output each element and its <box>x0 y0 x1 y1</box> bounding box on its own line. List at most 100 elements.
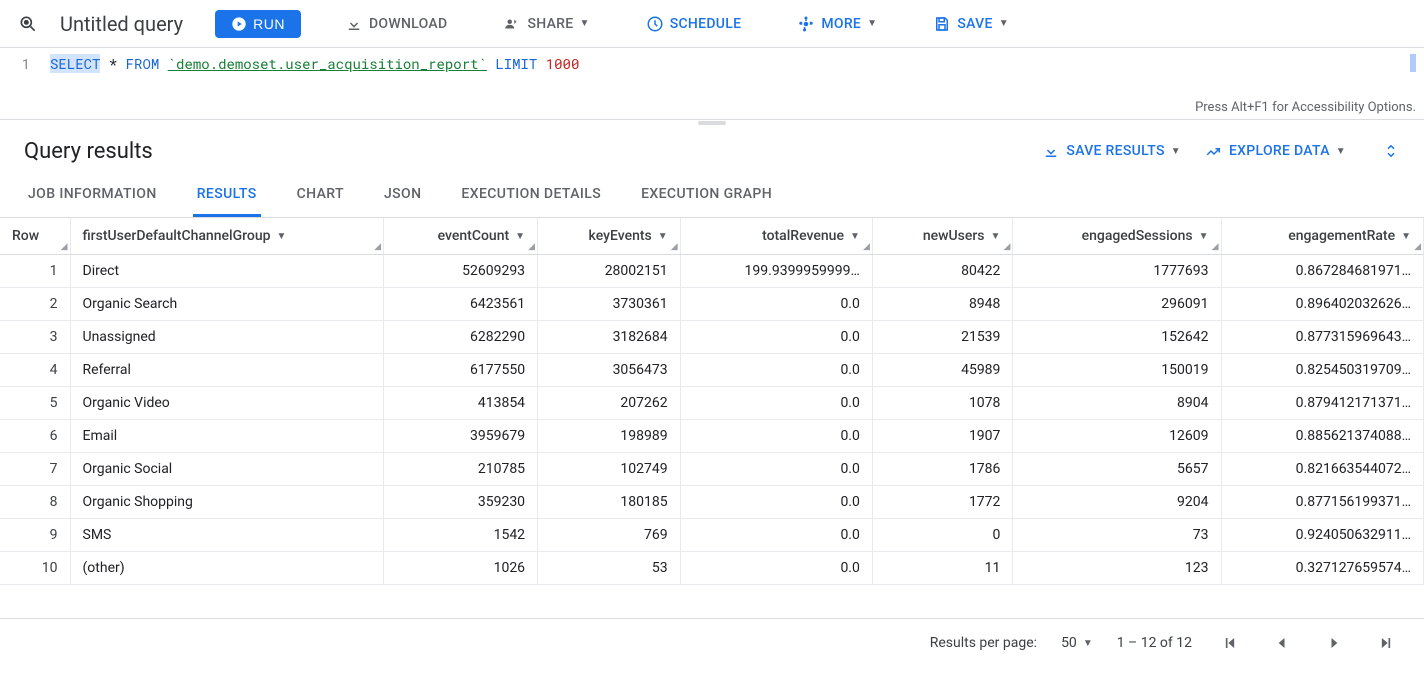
cell-new-users: 0 <box>872 519 1013 552</box>
more-button[interactable]: MORE ▼ <box>785 9 889 39</box>
table-row[interactable]: 5Organic Video4138542072620.0107889040.8… <box>0 387 1424 420</box>
sort-icon: ▼ <box>991 231 1001 242</box>
sort-icon: ▼ <box>515 231 525 242</box>
prev-page-button[interactable] <box>1268 629 1296 657</box>
cell-engagement-rate: 0.885621374088… <box>1221 420 1424 453</box>
sort-icon: ▼ <box>276 231 286 242</box>
table-row[interactable]: 1Direct5260929328002151199.9399959999…80… <box>0 255 1424 288</box>
chevron-down-icon: ▼ <box>999 18 1009 29</box>
schedule-button[interactable]: SCHEDULE <box>634 9 754 39</box>
tab-job-information[interactable]: JOB INFORMATION <box>24 174 161 217</box>
cell-key-events: 102749 <box>538 453 681 486</box>
cell-total-revenue: 0.0 <box>680 387 872 420</box>
cell-event-count: 6282290 <box>384 321 538 354</box>
expand-collapse-button[interactable] <box>1382 142 1400 160</box>
code-line: SELECT * FROM `demo.demoset.user_acquisi… <box>50 54 1424 73</box>
page-size-label: Results per page: <box>930 635 1037 651</box>
download-button[interactable]: DOWNLOAD <box>333 9 460 39</box>
tab-execution-graph[interactable]: EXECUTION GRAPH <box>637 174 776 217</box>
tab-json[interactable]: JSON <box>380 174 425 217</box>
sql-table: `demo.demoset.user_acquisition_report` <box>168 54 487 73</box>
chevron-down-icon: ▼ <box>1171 146 1181 157</box>
cell-engaged-sessions: 5657 <box>1013 453 1221 486</box>
cell-event-count: 6423561 <box>384 288 538 321</box>
col-new-users[interactable]: newUsers▼◢ <box>872 218 1013 255</box>
cell-channel: (other) <box>70 552 384 585</box>
col-channel-group[interactable]: firstUserDefaultChannelGroup▼◢ <box>70 218 384 255</box>
cell-channel: Direct <box>70 255 384 288</box>
table-row[interactable]: 2Organic Search642356137303610.089482960… <box>0 288 1424 321</box>
col-row[interactable]: Row◢ <box>0 218 70 255</box>
sort-icon: ▼ <box>1199 231 1209 242</box>
sql-keyword: FROM <box>126 54 160 73</box>
cell-engagement-rate: 0.877156199371… <box>1221 486 1424 519</box>
table-row[interactable]: 7Organic Social2107851027490.0178656570.… <box>0 453 1424 486</box>
col-engagement-rate[interactable]: engagementRate▼◢ <box>1221 218 1424 255</box>
cell-key-events: 198989 <box>538 420 681 453</box>
table-row[interactable]: 3Unassigned628229031826840.0215391526420… <box>0 321 1424 354</box>
cell-engagement-rate: 0.867284681971… <box>1221 255 1424 288</box>
cell-row-num: 3 <box>0 321 70 354</box>
col-label: eventCount <box>438 228 510 244</box>
cell-new-users: 21539 <box>872 321 1013 354</box>
save-button[interactable]: SAVE ▼ <box>921 9 1021 39</box>
more-label: MORE <box>821 16 861 32</box>
last-page-button[interactable] <box>1372 629 1400 657</box>
table-row[interactable]: 4Referral617755030564730.0459891500190.8… <box>0 354 1424 387</box>
table-row[interactable]: 6Email39596791989890.01907126090.8856213… <box>0 420 1424 453</box>
col-engaged-sessions[interactable]: engagedSessions▼◢ <box>1013 218 1221 255</box>
table-row[interactable]: 9SMS15427690.00730.924050632911… <box>0 519 1424 552</box>
cell-engaged-sessions: 123 <box>1013 552 1221 585</box>
cell-row-num: 1 <box>0 255 70 288</box>
sql-keyword: SELECT <box>50 54 100 73</box>
cell-total-revenue: 0.0 <box>680 552 872 585</box>
cell-engagement-rate: 0.825450319709… <box>1221 354 1424 387</box>
cell-channel: Referral <box>70 354 384 387</box>
sql-editor[interactable]: 1 SELECT * FROM `demo.demoset.user_acqui… <box>0 48 1424 120</box>
cell-total-revenue: 0.0 <box>680 453 872 486</box>
cell-row-num: 5 <box>0 387 70 420</box>
tab-chart[interactable]: CHART <box>293 174 348 217</box>
sql-token: * <box>100 54 125 73</box>
save-label: SAVE <box>957 16 992 32</box>
cell-engagement-rate: 0.879412171371… <box>1221 387 1424 420</box>
table-row[interactable]: 8Organic Shopping3592301801850.017729204… <box>0 486 1424 519</box>
run-button[interactable]: RUN <box>215 10 301 38</box>
cell-row-num: 7 <box>0 453 70 486</box>
col-label: engagementRate <box>1288 228 1395 244</box>
download-label: DOWNLOAD <box>369 16 448 32</box>
col-label: engagedSessions <box>1082 228 1193 244</box>
cell-engaged-sessions: 12609 <box>1013 420 1221 453</box>
col-key-events[interactable]: keyEvents▼◢ <box>538 218 681 255</box>
next-page-button[interactable] <box>1320 629 1348 657</box>
cell-engaged-sessions: 9204 <box>1013 486 1221 519</box>
cell-channel: Email <box>70 420 384 453</box>
schedule-label: SCHEDULE <box>670 16 742 32</box>
save-results-button[interactable]: SAVE RESULTS ▼ <box>1030 136 1193 166</box>
cell-row-num: 4 <box>0 354 70 387</box>
page-size-select[interactable]: 50 ▼ <box>1061 635 1093 651</box>
sort-icon: ▼ <box>658 231 668 242</box>
cell-event-count: 52609293 <box>384 255 538 288</box>
cell-event-count: 413854 <box>384 387 538 420</box>
chevron-down-icon: ▼ <box>1336 146 1346 157</box>
cell-total-revenue: 0.0 <box>680 321 872 354</box>
panel-resize-handle[interactable] <box>698 121 726 125</box>
col-label: firstUserDefaultChannelGroup <box>83 228 271 244</box>
explore-data-button[interactable]: EXPLORE DATA ▼ <box>1193 136 1358 166</box>
tab-execution-details[interactable]: EXECUTION DETAILS <box>457 174 605 217</box>
share-button[interactable]: SHARE ▼ <box>491 9 601 39</box>
sort-icon: ▼ <box>1401 231 1411 242</box>
cell-channel: Organic Video <box>70 387 384 420</box>
cell-new-users: 1786 <box>872 453 1013 486</box>
col-total-revenue[interactable]: totalRevenue▼◢ <box>680 218 872 255</box>
tab-results[interactable]: RESULTS <box>193 174 261 217</box>
cell-new-users: 80422 <box>872 255 1013 288</box>
cell-key-events: 180185 <box>538 486 681 519</box>
col-event-count[interactable]: eventCount▼◢ <box>384 218 538 255</box>
query-overview-icon[interactable] <box>12 8 44 40</box>
chevron-down-icon: ▼ <box>867 18 877 29</box>
cell-engagement-rate: 0.896402032626… <box>1221 288 1424 321</box>
table-row[interactable]: 10(other)1026530.0111230.327127659574… <box>0 552 1424 585</box>
first-page-button[interactable] <box>1216 629 1244 657</box>
